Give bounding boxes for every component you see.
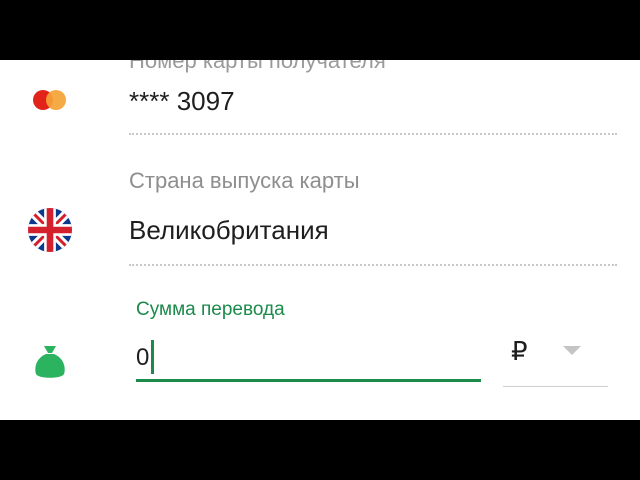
country-label: Страна выпуска карты [129,168,360,193]
card-header-label: Номер карты получателя [129,60,386,73]
divider [129,133,617,135]
text-caret [151,340,154,374]
country-value[interactable]: Великобритания [129,215,329,246]
transfer-form: Номер карты получателя **** 3097 Страна … [0,60,640,420]
money-bag-icon [34,344,66,380]
mastercard-icon [33,90,67,112]
amount-label: Сумма перевода [136,299,285,320]
chevron-down-icon[interactable] [563,346,581,355]
amount-input[interactable] [136,337,481,382]
currency-value: ₽ [511,336,528,366]
divider [129,264,617,266]
uk-flag-icon [28,208,72,252]
card-number[interactable]: **** 3097 [129,86,235,117]
currency-select[interactable]: ₽ [503,332,608,387]
mastercard-orange-circle [46,90,66,110]
